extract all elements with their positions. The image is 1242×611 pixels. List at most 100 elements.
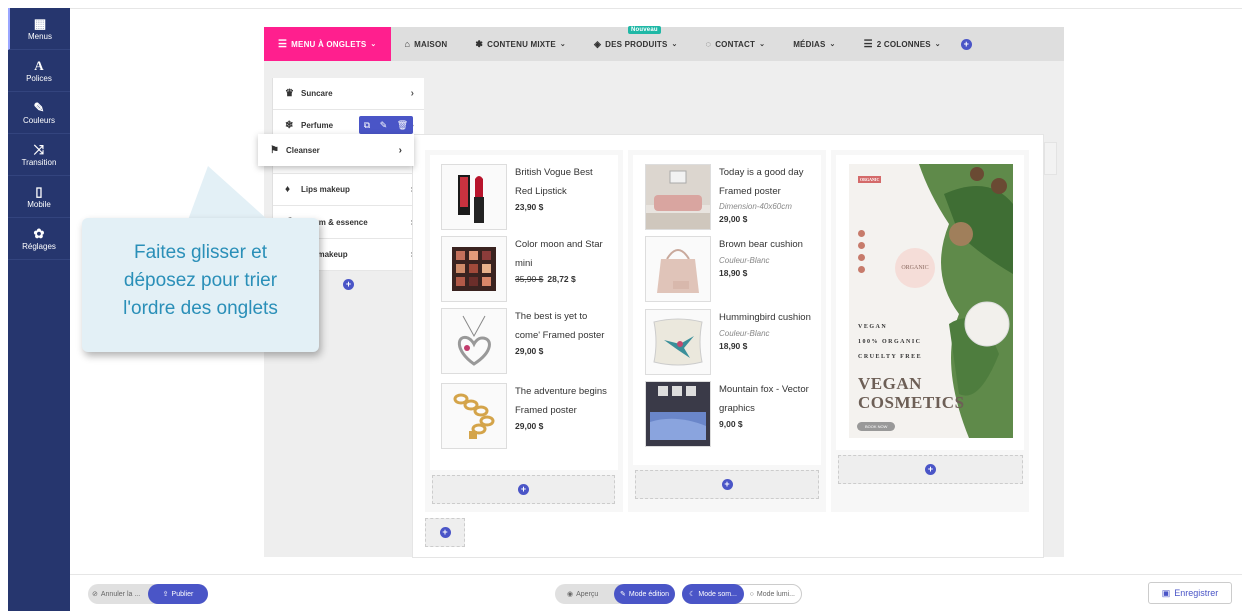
sidebar-item-couleurs[interactable]: ✎ Couleurs xyxy=(8,92,70,134)
tab-item-lips-makeup[interactable]: ♦ Lips makeup › xyxy=(273,174,424,206)
tab-item-label: Suncare xyxy=(301,89,333,98)
product-item[interactable]: The adventure begins Framed poster 29,00… xyxy=(441,383,611,449)
menu-tab-label: MAISON xyxy=(414,39,448,49)
chevron-down-icon: ⌄ xyxy=(829,41,836,48)
trash-icon[interactable]: 🗑 xyxy=(397,120,408,131)
sidebar-item-transition[interactable]: ⤨ Transition xyxy=(8,134,70,176)
snowflake-icon: ❄ xyxy=(285,120,294,131)
chevron-down-icon: ⌄ xyxy=(934,41,941,48)
undo-label: Annuler la ... xyxy=(100,590,141,598)
chevron-down-icon: ⌄ xyxy=(759,41,766,48)
plus-icon: + xyxy=(960,38,972,50)
undo-icon: ⊘ xyxy=(92,591,98,598)
top-divider xyxy=(70,8,1242,9)
product-item[interactable]: Brown bear cushion Couleur-Blanc 18,90 $ xyxy=(645,236,815,302)
edit-mode-button[interactable]: ✎ Mode édition xyxy=(614,584,675,604)
chat-icon: ◌ xyxy=(705,39,712,49)
edit-mode-label: Mode édition xyxy=(628,590,669,598)
sidebar-item-reglages[interactable]: ✿ Réglages xyxy=(8,218,70,260)
product-name: The best is yet to come' Framed poster xyxy=(515,311,605,341)
duplicate-icon[interactable]: ⧉ xyxy=(364,120,370,131)
gear-icon: ✿ xyxy=(33,225,45,241)
shuffle-icon: ⤨ xyxy=(33,141,45,157)
circle-icon: ○ xyxy=(749,590,754,598)
plus-icon: + xyxy=(343,278,354,290)
sidebar-item-label: Polices xyxy=(26,73,52,83)
add-product-button[interactable]: + xyxy=(432,475,615,504)
sidebar-item-menus[interactable]: ▦ Menus xyxy=(8,8,70,50)
product-item[interactable]: Mountain fox - Vector graphics 9,00 $ xyxy=(645,381,815,447)
product-name: Mountain fox - Vector graphics xyxy=(719,384,809,414)
banner-headline-2: COSMETICS xyxy=(858,393,965,412)
product-price: 29,00 $ xyxy=(719,214,748,224)
home-icon: ⌂ xyxy=(404,39,411,49)
product-price: 9,00 $ xyxy=(719,419,743,429)
save-button[interactable]: ▣ Enregistrer xyxy=(1148,582,1232,604)
font-icon: A xyxy=(34,57,44,73)
product-item[interactable]: The best is yet to come' Framed poster 2… xyxy=(441,308,611,374)
chevron-right-icon: › xyxy=(398,144,402,156)
sidebar-item-label: Transition xyxy=(21,157,57,167)
plus-icon: + xyxy=(518,484,529,495)
product-item[interactable]: Today is a good day Framed poster Dimens… xyxy=(645,164,815,230)
publish-button[interactable]: ⇪ Publier xyxy=(148,584,208,604)
product-price: 18,90 $ xyxy=(719,267,748,278)
menu-tab-medias[interactable]: MÉDIAS ⌄ xyxy=(779,27,849,61)
product-image xyxy=(645,309,711,375)
menu-tab-contact[interactable]: ◌ CONTACT ⌄ xyxy=(692,27,780,61)
product-name: Color moon and Star mini xyxy=(515,239,603,269)
menu-tab-contenu-mixte[interactable]: ✽ CONTENU MIXTE ⌄ xyxy=(461,27,580,61)
add-product-button[interactable]: + xyxy=(635,470,819,499)
product-image xyxy=(441,236,507,302)
banner-line-organic: 100% ORGANIC xyxy=(858,339,922,345)
upload-icon: ⇪ xyxy=(162,591,169,598)
flower-icon: ✽ xyxy=(475,38,484,49)
preview-label: Aperçu xyxy=(576,590,599,598)
sidebar-item-polices[interactable]: A Polices xyxy=(8,50,70,92)
instagram-icon[interactable] xyxy=(858,230,865,237)
dark-mode-button[interactable]: ☾ Mode som... xyxy=(682,584,744,604)
book-now-button[interactable]: BOOK NOW xyxy=(857,422,896,431)
menu-tab-label: CONTACT xyxy=(715,39,756,49)
organic-badge: ORGANIC xyxy=(895,248,935,288)
tooltip-text: Faites glisser et déposez pour trier l'o… xyxy=(123,242,278,319)
drag-drop-tooltip: Faites glisser et déposez pour trier l'o… xyxy=(82,218,319,352)
product-item[interactable]: British Vogue Best Red Lipstick 23,90 $ xyxy=(441,164,611,230)
hamburger-icon: ☰ xyxy=(278,38,288,50)
new-badge: Nouveau xyxy=(628,26,661,34)
diamond-icon: ◈ xyxy=(594,38,602,49)
menu-tab-maison[interactable]: ⌂ MAISON xyxy=(391,27,462,61)
flag-icon: ⚑ xyxy=(270,144,279,156)
brush-icon: ✎ xyxy=(33,99,45,115)
banner-logo: ORGANIC xyxy=(858,176,882,183)
facebook-icon[interactable] xyxy=(858,242,865,249)
add-menu-tab-button[interactable]: + xyxy=(955,27,978,61)
sidebar-item-mobile[interactable]: ▯ Mobile xyxy=(8,176,70,218)
product-item[interactable]: Hummingbird cushion Couleur-Blanc 18,90 … xyxy=(645,309,815,375)
edit-icon[interactable]: ✎ xyxy=(380,120,388,131)
product-item[interactable]: Color moon and Star mini 35,90 $28,72 $ xyxy=(441,236,611,302)
dragged-tab-cleanser[interactable]: ⚑ Cleanser › xyxy=(258,134,414,166)
hamburger-icon: ☰ xyxy=(863,38,873,50)
left-sidebar: ▦ Menus A Polices ✎ Couleurs ⤨ Transitio… xyxy=(8,8,70,611)
panel-edge xyxy=(1044,142,1057,175)
tab-item-suncare[interactable]: ♛ Suncare › xyxy=(273,78,424,110)
product-price: 29,00 $ xyxy=(515,346,544,356)
pinterest-icon[interactable] xyxy=(858,254,865,261)
moon-icon: ☾ xyxy=(689,591,696,598)
promo-banner[interactable]: ORGANIC ORGANIC VEGAN 100% ORGANIC CRUEL… xyxy=(849,164,1013,438)
product-name: Today is a good day Framed poster xyxy=(719,167,804,197)
menu-tab-2-colonnes[interactable]: ☰ 2 COLONNES ⌄ xyxy=(850,27,955,61)
mega-menu-bar: ☰ MENU À ONGLETS ⌄ ⌂ MAISON ✽ CONTENU MI… xyxy=(264,26,1064,61)
plus-icon: + xyxy=(439,527,451,538)
add-column-button[interactable]: + xyxy=(425,518,465,547)
whatsapp-icon[interactable] xyxy=(858,266,865,273)
menu-tab-label: CONTENU MIXTE xyxy=(487,39,556,49)
product-image xyxy=(645,236,711,302)
menu-tab-des-produits[interactable]: Nouveau ◈ DES PRODUITS ⌄ xyxy=(580,26,692,61)
banner-headline-1: VEGAN xyxy=(858,374,922,393)
chevron-down-icon: ⌄ xyxy=(370,41,377,48)
product-attribute: Couleur-Blanc xyxy=(719,255,770,265)
add-product-button[interactable]: + xyxy=(838,455,1023,484)
menu-tab-menu-a-onglets[interactable]: ☰ MENU À ONGLETS ⌄ xyxy=(264,27,391,61)
